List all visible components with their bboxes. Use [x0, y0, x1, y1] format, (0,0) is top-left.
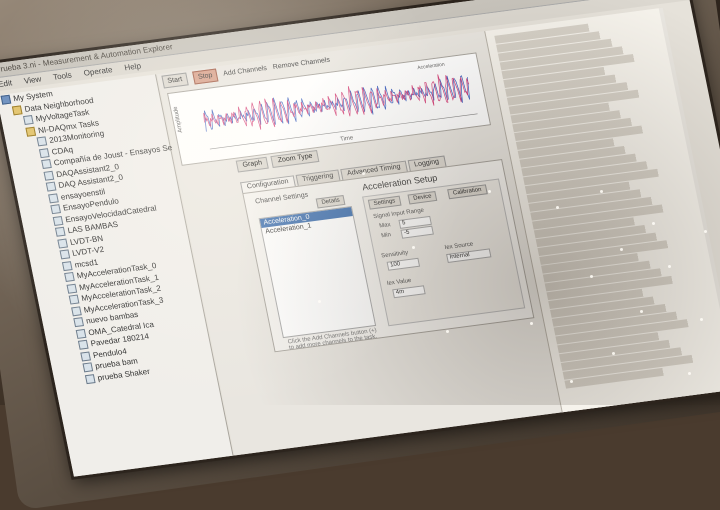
task-icon: [52, 215, 64, 226]
sensitivity-label: Sensitivity: [380, 250, 409, 260]
menu-view[interactable]: View: [23, 75, 42, 86]
folder-icon: [11, 105, 23, 116]
dust-speck: [570, 380, 573, 383]
legend-label: Acceleration: [417, 62, 446, 72]
dust-speck: [530, 322, 533, 325]
task-icon: [61, 260, 73, 271]
series-line: [203, 75, 471, 132]
setup-tab-calibration[interactable]: Calibration: [447, 184, 488, 200]
add-channels-button[interactable]: Add Channels: [223, 64, 268, 77]
dust-speck: [412, 246, 415, 249]
iex-value-input[interactable]: 4m: [392, 285, 426, 299]
task-icon: [41, 159, 52, 170]
task-icon: [57, 238, 68, 249]
channel-settings-label: Channel Settings: [254, 191, 309, 206]
task-icon: [80, 351, 91, 362]
task-icon: [84, 373, 96, 384]
menu-tools[interactable]: Tools: [52, 71, 72, 82]
task-icon: [82, 362, 94, 373]
dust-speck: [362, 172, 365, 175]
dust-speck: [688, 372, 691, 375]
setup-tab-settings[interactable]: Settings: [367, 195, 402, 210]
task-icon: [59, 249, 71, 260]
dust-speck: [318, 300, 321, 303]
menu-help[interactable]: Help: [124, 61, 142, 72]
menu-operate[interactable]: Operate: [83, 65, 113, 78]
x-axis-label: Time: [340, 135, 355, 143]
task-icon: [73, 317, 85, 328]
task-icon: [66, 283, 78, 294]
task-icon: [43, 170, 55, 181]
task-icon: [77, 339, 89, 350]
dust-speck: [600, 190, 603, 193]
iex-source-label: Iex Source: [444, 241, 474, 252]
iex-value-label: Iex Value: [386, 277, 412, 288]
task-icon: [36, 136, 48, 147]
min-label: Min: [380, 232, 392, 240]
help-panel: [484, 8, 720, 425]
max-label: Max: [378, 222, 392, 230]
task-editor: Start Stop Add Channels Remove Channels …: [157, 7, 720, 468]
task-icon: [48, 193, 59, 204]
task-icon: [50, 204, 62, 215]
dust-speck: [446, 330, 449, 333]
dust-speck: [668, 265, 671, 268]
folder-icon: [25, 126, 37, 137]
setup-tab-device[interactable]: Device: [407, 190, 438, 205]
dust-speck: [612, 352, 615, 355]
dust-speck: [488, 190, 491, 193]
dust-speck: [700, 318, 703, 321]
task-icon: [68, 294, 80, 305]
dust-speck: [590, 275, 593, 278]
stop-button[interactable]: Stop: [191, 68, 219, 84]
start-button[interactable]: Start: [161, 72, 189, 89]
dust-speck: [620, 248, 623, 251]
task-icon: [23, 115, 34, 126]
dust-speck: [704, 230, 707, 233]
dust-speck: [640, 310, 643, 313]
task-icon: [64, 272, 75, 283]
remove-channels-button[interactable]: Remove Channels: [272, 56, 331, 70]
dust-speck: [652, 222, 655, 225]
setup-box: Settings Device Calibration Signal Input…: [362, 178, 526, 327]
y-axis-label: Amplitude: [173, 105, 184, 133]
iex-source-select[interactable]: Internal: [446, 248, 492, 263]
sensitivity-input[interactable]: 100: [386, 257, 421, 271]
task-icon: [38, 147, 50, 158]
graph-tab[interactable]: Graph: [235, 156, 270, 173]
menu-edit[interactable]: Edit: [0, 78, 13, 89]
task-icon: [75, 328, 87, 339]
configuration-panel: Channel Settings Details Acceleration_0 …: [242, 158, 535, 353]
task-icon: [54, 227, 66, 238]
task-icon: [71, 306, 82, 317]
dust-speck: [556, 206, 559, 209]
task-icon: [45, 181, 57, 192]
computer-icon: [0, 94, 12, 105]
channel-list[interactable]: Acceleration_0 Acceleration_1: [258, 205, 377, 339]
screen: Prueba 3.ni - Measurement & Automation E…: [0, 0, 720, 477]
